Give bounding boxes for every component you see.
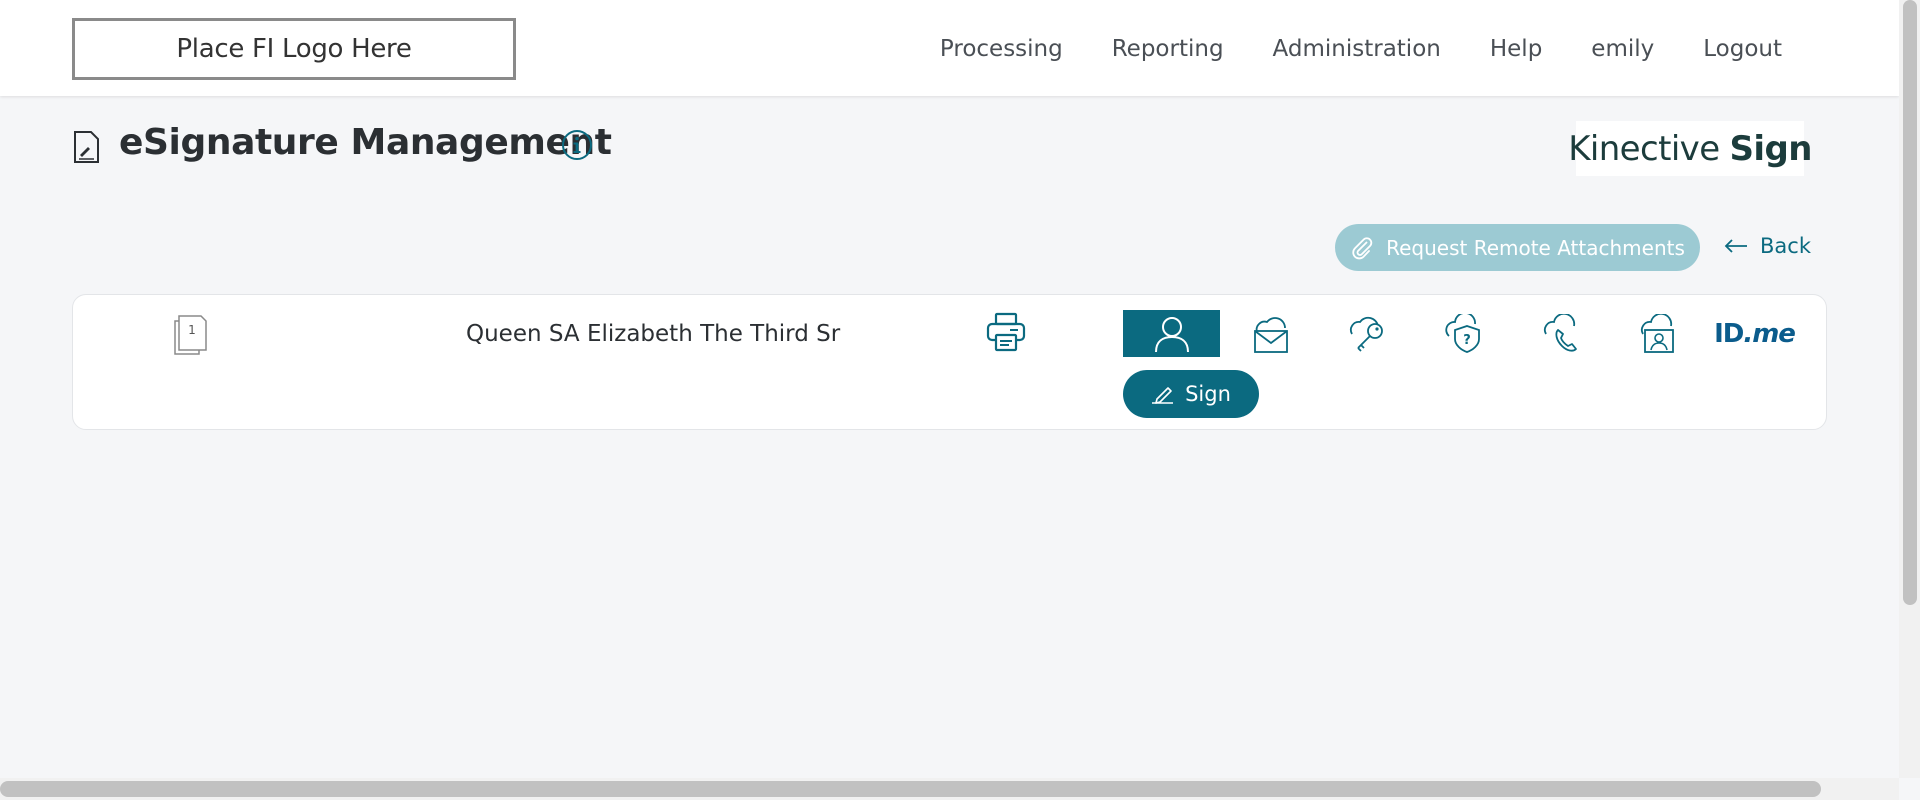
- cloud-email-icon: [1253, 316, 1288, 353]
- nav-logout[interactable]: Logout: [1703, 36, 1782, 62]
- nav-user-menu[interactable]: emily: [1591, 36, 1654, 62]
- idme-icon: ID.me: [1714, 318, 1796, 349]
- sign-label: Sign: [1185, 382, 1231, 406]
- method-cloud-key-button[interactable]: [1318, 310, 1415, 357]
- brand-name-part2: Sign: [1729, 128, 1813, 169]
- request-remote-attachments-button[interactable]: Request Remote Attachments: [1335, 224, 1700, 271]
- idme-text-me: .me: [1743, 318, 1796, 349]
- request-remote-attachments-label: Request Remote Attachments: [1386, 235, 1685, 260]
- info-icon[interactable]: [561, 129, 593, 161]
- sign-button[interactable]: Sign: [1123, 370, 1259, 418]
- cloud-phone-icon: [1543, 313, 1577, 352]
- document-count-icon[interactable]: 1: [173, 313, 209, 355]
- logo-text: Place FI Logo Here: [176, 34, 412, 64]
- method-phone-button[interactable]: [1512, 310, 1609, 357]
- printer-icon[interactable]: [985, 311, 1027, 353]
- brand-name-part1: Kinective: [1568, 128, 1720, 169]
- nav-administration[interactable]: Administration: [1273, 36, 1441, 62]
- svg-text:?: ?: [1463, 333, 1471, 348]
- arrow-left-icon: [1724, 239, 1747, 253]
- back-label: Back: [1760, 234, 1811, 258]
- method-id-verification-button[interactable]: [1609, 310, 1706, 357]
- method-idme-button[interactable]: ID.me: [1706, 310, 1803, 357]
- signer-name: Queen SA Elizabeth The Third Sr: [466, 321, 841, 347]
- pen-icon: [1152, 387, 1174, 404]
- idme-text-id: ID: [1714, 318, 1744, 349]
- kinective-sign-logo: Kinective Sign: [1568, 121, 1812, 176]
- paperclip-icon: [1352, 236, 1373, 259]
- nav-help[interactable]: Help: [1490, 36, 1542, 62]
- main-nav: Processing Reporting Administration Help…: [940, 36, 1782, 62]
- page-title: eSignature Management: [119, 122, 612, 163]
- cloud-question-shield-icon: ?: [1444, 313, 1480, 353]
- nav-processing[interactable]: Processing: [940, 36, 1063, 62]
- document-sign-icon: [74, 131, 99, 163]
- document-count: 1: [188, 323, 196, 337]
- vertical-scrollbar-thumb[interactable]: [1903, 0, 1917, 605]
- horizontal-scrollbar-thumb[interactable]: [0, 781, 1821, 797]
- nav-reporting[interactable]: Reporting: [1112, 36, 1224, 62]
- method-cloud-email-button[interactable]: [1221, 310, 1318, 357]
- method-in-person-button[interactable]: [1123, 310, 1220, 357]
- document-row-card: 1 Queen SA Elizabeth The Third Sr ? ID.m…: [72, 294, 1827, 430]
- top-navigation-bar: Place FI Logo Here Processing Reporting …: [0, 0, 1899, 96]
- fi-logo-placeholder[interactable]: Place FI Logo Here: [72, 18, 516, 80]
- method-knowledge-questions-button[interactable]: ?: [1415, 310, 1512, 357]
- cloud-id-card-icon: [1640, 313, 1674, 353]
- cloud-key-icon: [1349, 316, 1383, 352]
- in-person-icon: [1154, 316, 1189, 352]
- back-link[interactable]: Back: [1724, 234, 1811, 258]
